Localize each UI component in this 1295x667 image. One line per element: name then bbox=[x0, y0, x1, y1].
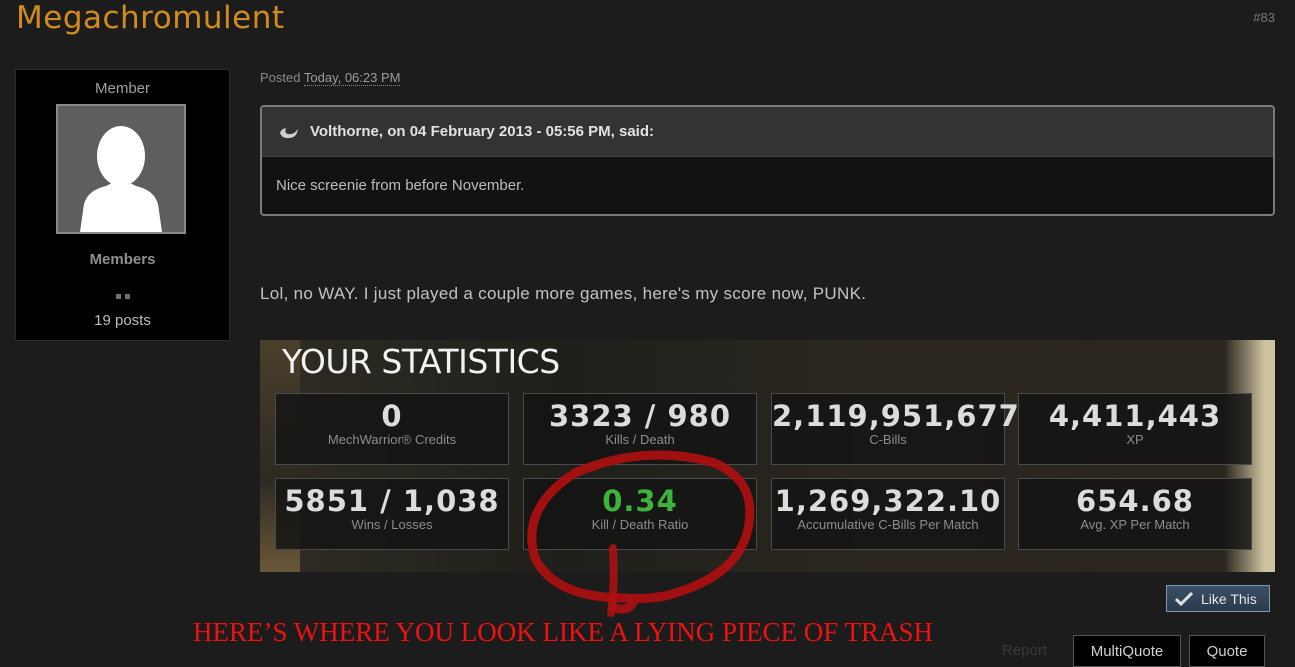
stat-tile-kills-deaths: 3323 / 980 Kills / Death bbox=[523, 393, 757, 465]
avatar-silhouette-icon bbox=[80, 126, 162, 232]
stat-tile-xp: 4,411,443 XP bbox=[1018, 393, 1252, 465]
quote-icon[interactable] bbox=[278, 124, 300, 140]
stat-tile-mw-credits: 0 MechWarrior® Credits bbox=[275, 393, 509, 465]
stat-value: 0.34 bbox=[602, 484, 678, 518]
stat-label: Accumulative C-Bills Per Match bbox=[797, 517, 979, 532]
posted-date[interactable]: Today, 06:23 PM bbox=[303, 70, 401, 86]
rank-pips bbox=[16, 286, 229, 304]
user-group: Members bbox=[89, 251, 156, 268]
quote-block: Volthorne, on 04 February 2013 - 05:56 P… bbox=[260, 105, 1275, 216]
stat-label: Wins / Losses bbox=[351, 517, 433, 532]
stat-value: 0 bbox=[381, 399, 403, 433]
stat-label: XP bbox=[1126, 432, 1144, 447]
quote-button[interactable]: Quote bbox=[1189, 635, 1265, 667]
stat-tile-wins-losses: 5851 / 1,038 Wins / Losses bbox=[275, 478, 509, 550]
annotation-text: HERE’S WHERE YOU LOOK LIKE A LYING PIECE… bbox=[193, 617, 934, 647]
report-link[interactable]: Report bbox=[1002, 642, 1047, 659]
quote-author-line: Volthorne, on 04 February 2013 - 05:56 P… bbox=[310, 123, 654, 140]
stat-value: 1,269,322.10 bbox=[774, 484, 1002, 518]
stat-value: 3323 / 980 bbox=[548, 399, 732, 433]
like-button-label: Like This bbox=[1201, 590, 1257, 607]
post-author[interactable]: Megachromulent bbox=[16, 0, 285, 36]
posted-line: Posted Today, 06:23 PM bbox=[260, 70, 401, 86]
statistics-title: YOUR STATISTICS bbox=[282, 342, 560, 381]
stat-label: Kills / Death bbox=[605, 432, 675, 447]
stat-value: 5851 / 1,038 bbox=[284, 484, 500, 518]
post-number[interactable]: #83 bbox=[1253, 10, 1275, 25]
quote-body: Nice screenie from before November. bbox=[276, 177, 525, 194]
stat-label: Kill / Death Ratio bbox=[591, 517, 689, 532]
stat-label: C-Bills bbox=[869, 432, 907, 447]
post-body: Lol, no WAY. I just played a couple more… bbox=[260, 284, 867, 303]
stat-label: MechWarrior® Credits bbox=[327, 432, 457, 447]
stat-tile-c-bills: 2,119,951,677 C-Bills bbox=[771, 393, 1020, 465]
stat-value: 654.68 bbox=[1076, 484, 1194, 518]
multiquote-button[interactable]: MultiQuote bbox=[1073, 635, 1181, 667]
check-icon bbox=[1175, 591, 1193, 606]
stat-tile-avg-c-bills: 1,269,322.10 Accumulative C-Bills Per Ma… bbox=[771, 478, 1005, 550]
stat-value: 2,119,951,677 bbox=[772, 399, 1020, 433]
post-count: 19 posts bbox=[94, 312, 151, 329]
avatar[interactable] bbox=[56, 104, 186, 234]
stat-tile-avg-xp: 654.68 Avg. XP Per Match bbox=[1018, 478, 1252, 550]
stat-value: 4,411,443 bbox=[1048, 399, 1222, 433]
user-info-panel: Member Members 19 posts bbox=[15, 69, 230, 341]
posted-label: Posted bbox=[260, 70, 301, 85]
user-role: Member bbox=[94, 80, 150, 97]
stat-tile-kd-ratio: 0.34 Kill / Death Ratio bbox=[523, 478, 757, 550]
quote-header: Volthorne, on 04 February 2013 - 05:56 P… bbox=[262, 107, 1273, 157]
stat-label: Avg. XP Per Match bbox=[1080, 517, 1190, 532]
like-button[interactable]: Like This bbox=[1166, 585, 1270, 612]
statistics-image: YOUR STATISTICS 0 MechWarrior® Credits 3… bbox=[260, 340, 1275, 572]
